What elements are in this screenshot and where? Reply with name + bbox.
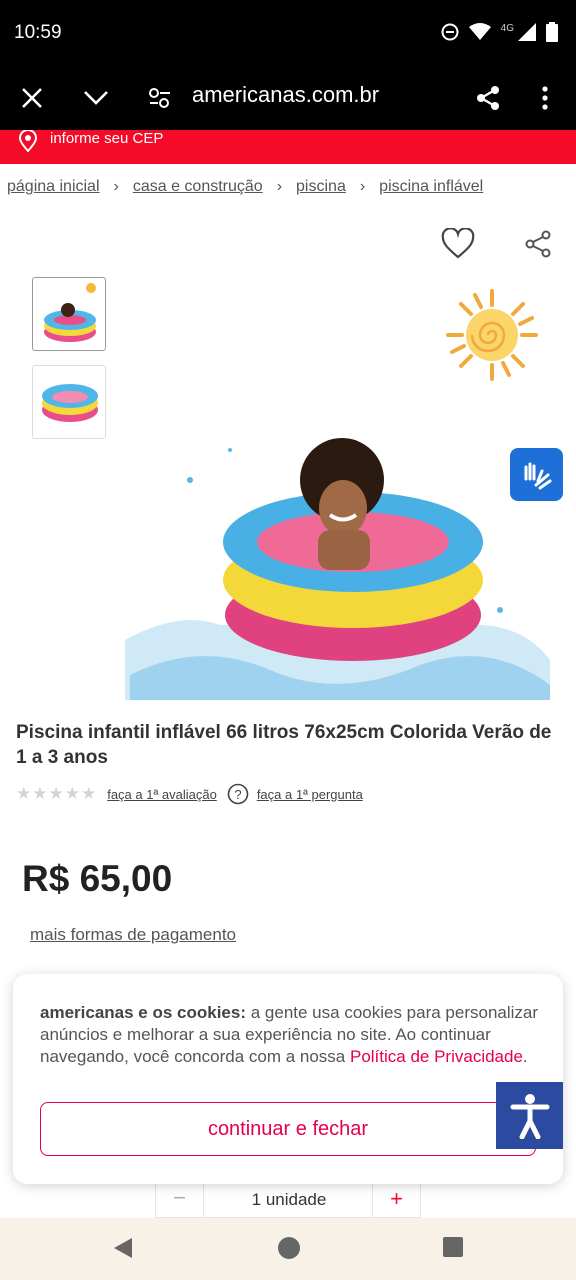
breadcrumb: página inicial › casa e construção › piscina…: [7, 178, 483, 196]
accept-cookies-button[interactable]: continuar e fechar: [40, 1102, 536, 1156]
chevron-right-icon: ›: [359, 178, 366, 195]
thumbnail-2[interactable]: [32, 365, 106, 439]
product-price: R$ 65,00: [22, 858, 173, 899]
hands-icon: [524, 462, 551, 489]
quantity-stepper: − 1 unidade +: [155, 1180, 421, 1219]
pool-thumbnail-image: [44, 283, 96, 342]
url-text[interactable]: americanas.com.br: [192, 82, 379, 108]
decrease-quantity-button[interactable]: −: [156, 1181, 204, 1219]
system-nav-bar: [0, 1218, 576, 1280]
breadcrumb-item[interactable]: página inicial: [7, 178, 100, 195]
accessibility-button[interactable]: [496, 1082, 563, 1149]
accessibility-icon: [510, 1093, 549, 1139]
menu-button[interactable]: [527, 80, 563, 116]
increase-quantity-button[interactable]: +: [372, 1181, 420, 1219]
cookie-title: americanas e os cookies:: [40, 1003, 247, 1022]
cep-bar[interactable]: informe seu CEP: [0, 130, 576, 164]
breadcrumb-item[interactable]: piscina: [296, 178, 346, 195]
cookie-banner: americanas e os cookies: a gente usa coo…: [13, 974, 563, 1184]
share-product-icon[interactable]: [524, 230, 552, 258]
status-icons: 4G: [441, 22, 558, 42]
cookie-end: .: [522, 1047, 528, 1066]
breadcrumb-item[interactable]: casa e construção: [133, 178, 263, 195]
minimize-button[interactable]: [78, 80, 114, 116]
more-vert-icon: [542, 86, 548, 110]
share-icon: [477, 86, 499, 110]
dnd-icon: [441, 23, 459, 41]
privacy-policy-link[interactable]: Política de Privacidade: [350, 1047, 523, 1066]
rating-row: ★★★★★ faça a 1ª avaliação ? faça a 1ª pe…: [16, 783, 363, 805]
heart-icon[interactable]: [441, 228, 475, 260]
quantity-value: 1 unidade: [251, 1190, 327, 1209]
payment-options-link[interactable]: mais formas de pagamento: [30, 925, 236, 945]
share-button[interactable]: [470, 80, 506, 116]
status-bar: 10:59 4G: [0, 0, 576, 66]
location-pin-icon: [18, 130, 38, 152]
chevron-right-icon: ›: [276, 178, 283, 195]
home-icon[interactable]: [277, 1236, 301, 1260]
recents-icon[interactable]: [442, 1236, 464, 1258]
cep-label[interactable]: informe seu CEP: [50, 130, 163, 147]
svg-text:?: ?: [234, 787, 241, 802]
signal-icon: [518, 23, 536, 41]
product-image[interactable]: [120, 280, 560, 705]
sign-language-button[interactable]: [510, 448, 563, 501]
pool-thumbnail-image: [42, 384, 98, 422]
site-settings-button[interactable]: [142, 80, 178, 116]
chevron-right-icon: ›: [113, 178, 119, 195]
clock: 10:59: [14, 22, 62, 43]
thumbnail-1[interactable]: [32, 277, 106, 351]
close-icon: [22, 88, 42, 108]
star-rating-icons: ★★★★★: [16, 784, 98, 803]
close-tab-button[interactable]: [14, 80, 50, 116]
cookie-text: americanas e os cookies: a gente usa coo…: [40, 1002, 540, 1068]
sun-icon: [446, 289, 538, 381]
back-icon[interactable]: [112, 1236, 134, 1260]
wifi-icon: [468, 23, 491, 40]
browser-toolbar: americanas.com.br: [0, 66, 576, 132]
network-label: 4G: [500, 22, 514, 34]
tune-icon: [149, 88, 170, 108]
ask-question-link[interactable]: faça a 1ª pergunta: [257, 787, 363, 802]
rate-link[interactable]: faça a 1ª avaliação: [107, 787, 217, 802]
question-icon: ?: [227, 783, 249, 805]
product-title: Piscina infantil inflável 66 litros 76x2…: [16, 722, 552, 768]
chevron-down-icon: [84, 91, 108, 105]
breadcrumb-item[interactable]: piscina inflável: [379, 178, 483, 195]
battery-icon: [546, 22, 558, 42]
